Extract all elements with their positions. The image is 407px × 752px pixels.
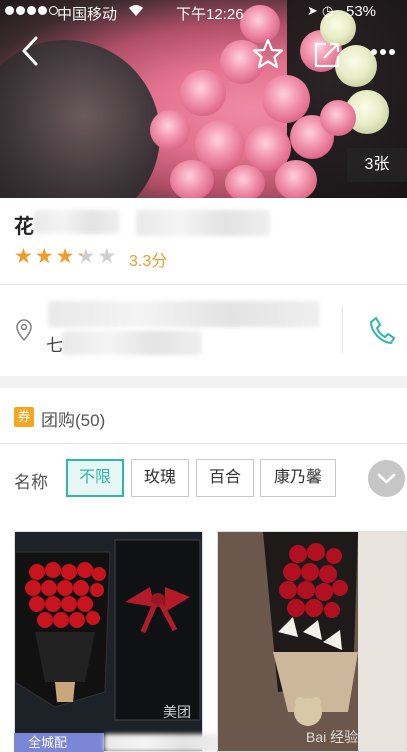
coupon-badge: 券 [14, 407, 34, 427]
star-full-icon: ★ [14, 245, 33, 268]
blurred-shop-branch [136, 210, 270, 236]
star-full-icon: ★ [34, 245, 54, 268]
status-bar: 中国移动 下午12:26 ➤ ◷ 53% [0, 0, 407, 24]
rating-stars: ★ ★ ★ ★ ★ [14, 246, 116, 268]
filter-chip-rose[interactable]: 玫瑰 [131, 459, 189, 497]
alarm-icon: ◷ [322, 3, 334, 18]
group-buy-title: 团购(50) [41, 411, 106, 430]
group-buy-section: 券 团购(50) 名称 不限 玫瑰 百合 康乃馨 美团 全城配 Bai 经验 [0, 388, 407, 752]
expand-filters-button[interactable] [368, 460, 405, 497]
star-half-icon: ★ [76, 245, 96, 268]
more-dots-icon [371, 49, 395, 55]
share-button[interactable] [312, 40, 342, 70]
chevron-left-icon [22, 36, 38, 66]
star-empty-icon: ★ [97, 245, 117, 268]
carrier-label: 中国移动 [57, 6, 118, 23]
filter-chip-all[interactable]: 不限 [66, 459, 124, 497]
address-row[interactable]: 七 [0, 285, 407, 375]
location-arrow-icon: ➤ [307, 3, 318, 18]
favorite-button[interactable] [252, 38, 284, 70]
blurred-address-line1 [48, 301, 320, 327]
filter-chip-carnation[interactable]: 康乃馨 [260, 459, 336, 497]
product-card[interactable]: 美团 [14, 531, 203, 752]
image-watermark: 美团 [163, 704, 191, 720]
address-text: 七 [46, 336, 63, 355]
wifi-icon [127, 3, 145, 21]
star-full-icon: ★ [55, 245, 75, 268]
image-watermark: Bai 经验 [306, 729, 359, 745]
share-icon [314, 42, 340, 68]
signal-icon [5, 6, 58, 15]
chevron-down-icon [377, 473, 396, 484]
more-options-button[interactable] [368, 42, 398, 62]
battery-level: 53% [346, 3, 377, 20]
product-image [218, 532, 406, 751]
star-outline-icon [252, 38, 284, 69]
filter-label: 名称 [14, 473, 48, 492]
phone-button[interactable] [368, 315, 396, 345]
filter-chip-lily[interactable]: 百合 [196, 459, 254, 497]
shop-detail-page: 中国移动 下午12:26 ➤ ◷ 53% 3张 花 ★ ★ ★ ★ ★ 3.3分… [0, 0, 407, 752]
blurred-product-title [104, 734, 224, 752]
back-button[interactable] [16, 34, 46, 68]
location-pin-icon [16, 319, 32, 341]
rating-score: 3.3分 [129, 253, 168, 270]
hero-photo[interactable]: 中国移动 下午12:26 ➤ ◷ 53% 3张 [0, 0, 407, 198]
blurred-shop-name [34, 210, 120, 234]
shop-name: 花 [14, 216, 34, 238]
photo-count-badge[interactable]: 3张 [347, 148, 407, 182]
product-card[interactable]: Bai 经验 [217, 531, 407, 752]
status-time: 下午12:26 [176, 6, 244, 23]
phone-icon [370, 317, 395, 344]
blurred-address-line2 [62, 331, 202, 355]
shop-info: 花 ★ ★ ★ ★ ★ 3.3分 [0, 198, 407, 284]
delivery-tag: 全城配 [14, 733, 104, 752]
